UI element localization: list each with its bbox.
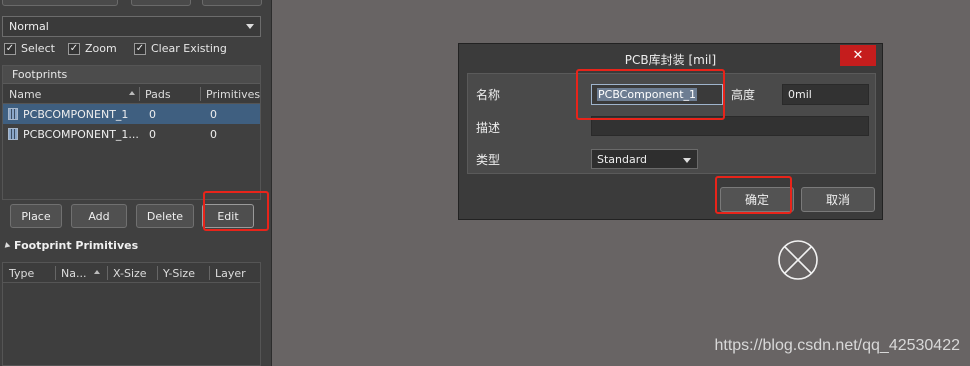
pcb-library-component-dialog: PCB库封装 [mil] ✕ 名称 PCBComponent_1 高度 0mil… (458, 43, 883, 220)
mode-select-value: Normal (9, 20, 49, 33)
component-icon (8, 108, 18, 120)
close-button[interactable]: ✕ (840, 45, 876, 66)
checkmark-icon: ✓ (68, 42, 80, 55)
type-label: 类型 (476, 153, 501, 167)
mode-select[interactable]: Normal (2, 16, 261, 37)
name-field[interactable]: PCBComponent_1 (591, 84, 723, 105)
sort-asc-icon (94, 270, 100, 274)
chevron-down-icon (246, 24, 254, 29)
column-header-layer[interactable]: Layer (215, 267, 246, 280)
column-divider[interactable] (200, 87, 201, 101)
clear-existing-checkbox[interactable]: ✓ Clear Existing (134, 42, 227, 55)
footprints-table-header: Name Pads Primitives (3, 84, 260, 104)
footprints-title: Footprints (3, 66, 260, 84)
primitives-title-label: Footprint Primitives (14, 239, 139, 252)
checkmark-icon: ✓ (134, 42, 146, 55)
type-select-value: Standard (597, 153, 648, 166)
column-divider[interactable] (209, 266, 210, 280)
toolbar-button-3[interactable] (202, 0, 262, 6)
column-header-name[interactable]: Name (9, 88, 41, 101)
primitives-title[interactable]: Footprint Primitives (2, 239, 139, 252)
watermark-text: https://blog.csdn.net/qq_42530422 (714, 337, 960, 354)
origin-marker-icon (778, 240, 818, 280)
name-label: 名称 (476, 88, 501, 102)
row-name: PCBCOMPONENT_1... (23, 128, 139, 141)
cancel-button[interactable]: 取消 (801, 187, 875, 212)
row-name: PCBCOMPONENT_1 (23, 108, 129, 121)
column-header-y-size[interactable]: Y-Size (163, 267, 195, 280)
column-header-type[interactable]: Type (9, 267, 34, 280)
height-label: 高度 (731, 88, 756, 102)
chevron-down-icon (683, 158, 691, 163)
toolbar-button-1[interactable] (2, 0, 118, 6)
row-pads: 0 (149, 128, 156, 141)
footprints-panel: Normal ✓ Select ✓ Zoom ✓ Clear Existing … (0, 0, 272, 366)
collapse-triangle-icon (2, 241, 11, 250)
height-field[interactable]: 0mil (782, 84, 869, 105)
close-icon: ✕ (852, 48, 864, 63)
name-field-value: PCBComponent_1 (597, 88, 698, 101)
ok-button[interactable]: 确定 (720, 187, 794, 212)
zoom-checkbox[interactable]: ✓ Zoom (68, 42, 117, 55)
table-row[interactable]: PCBCOMPONENT_1... 0 0 (3, 124, 260, 144)
zoom-checkbox-label: Zoom (85, 42, 117, 55)
select-checkbox-label: Select (21, 42, 55, 55)
primitives-table: Type Na... X-Size Y-Size Layer (2, 262, 261, 366)
column-divider[interactable] (157, 266, 158, 280)
row-primitives: 0 (210, 128, 217, 141)
column-divider[interactable] (139, 87, 140, 101)
column-header-primitives[interactable]: Primitives (206, 88, 260, 101)
column-divider[interactable] (55, 266, 56, 280)
edit-button[interactable]: Edit (202, 204, 254, 228)
select-checkbox[interactable]: ✓ Select (4, 42, 55, 55)
checkmark-icon: ✓ (4, 42, 16, 55)
component-icon (8, 128, 18, 140)
toolbar-button-2[interactable] (131, 0, 191, 6)
column-divider[interactable] (107, 266, 108, 280)
description-label: 描述 (476, 121, 501, 135)
row-pads: 0 (149, 108, 156, 121)
row-primitives: 0 (210, 108, 217, 121)
column-header-pads[interactable]: Pads (145, 88, 171, 101)
add-button[interactable]: Add (71, 204, 127, 228)
table-row[interactable]: PCBCOMPONENT_1 0 0 (3, 104, 260, 124)
place-button[interactable]: Place (10, 204, 62, 228)
footprints-section: Footprints Name Pads Primitives PCBCOMPO… (2, 65, 261, 200)
clear-existing-checkbox-label: Clear Existing (151, 42, 227, 55)
column-header-name[interactable]: Na... (61, 267, 86, 280)
dialog-body: 名称 PCBComponent_1 高度 0mil 描述 类型 Standard (467, 73, 876, 174)
dialog-title: PCB库封装 [mil] (624, 53, 717, 67)
delete-button[interactable]: Delete (136, 204, 194, 228)
sort-asc-icon (129, 91, 135, 95)
primitives-table-header: Type Na... X-Size Y-Size Layer (3, 263, 260, 283)
description-field[interactable] (591, 116, 869, 136)
type-select[interactable]: Standard (591, 149, 698, 169)
column-header-x-size[interactable]: X-Size (113, 267, 147, 280)
